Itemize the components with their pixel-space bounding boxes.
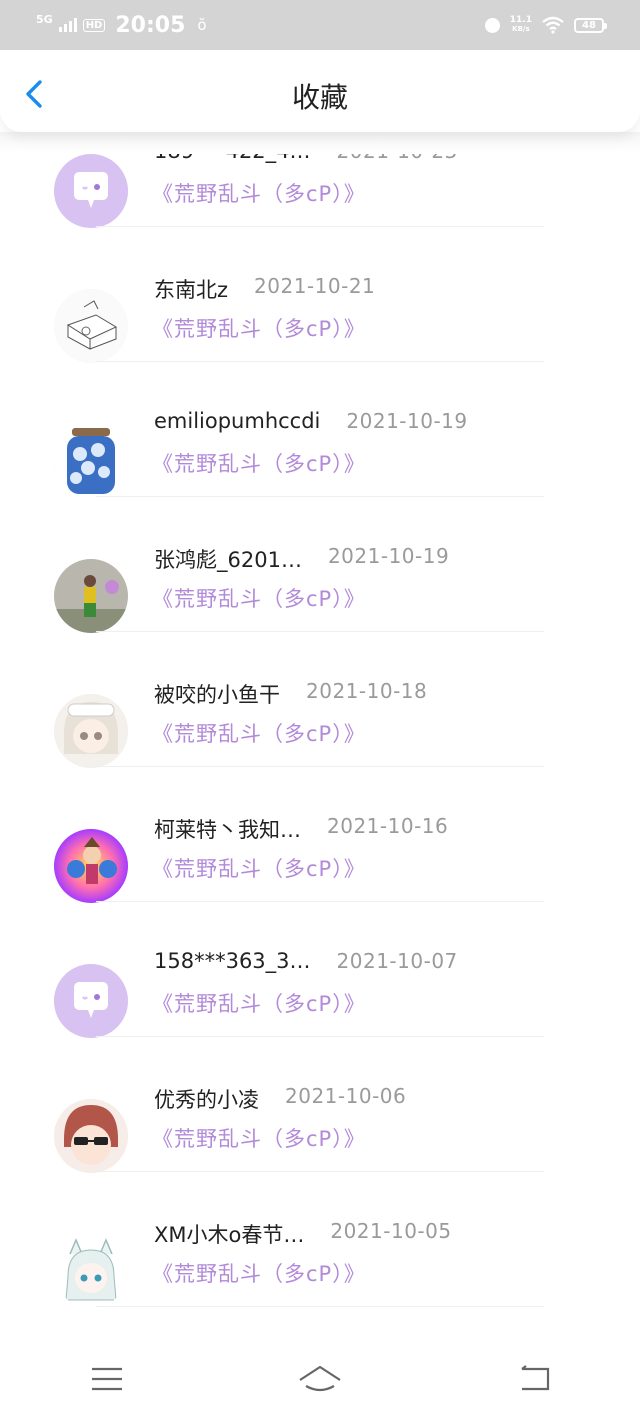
- name-line: 优秀的小凌 2021-10-06: [154, 1084, 406, 1114]
- name-line: 柯莱特丶我知… 2021-10-16: [154, 814, 448, 844]
- user-name[interactable]: XM小木o春节…: [154, 1219, 304, 1249]
- name-line: 158***363_3… 2021-10-07: [154, 949, 458, 973]
- user-name[interactable]: 张鸿彪_6201…: [154, 544, 302, 574]
- divider: [96, 1036, 544, 1037]
- divider: [96, 496, 544, 497]
- divider: [96, 226, 544, 227]
- favorite-date: 2021-10-19: [346, 409, 468, 433]
- user-avatar[interactable]: [54, 154, 128, 228]
- name-line: 被咬的小鱼干 2021-10-18: [154, 679, 427, 709]
- divider: [96, 901, 544, 902]
- divider: [96, 361, 544, 362]
- name-line: 张鸿彪_6201… 2021-10-19: [154, 544, 449, 574]
- menu-icon: [91, 1367, 122, 1390]
- user-name[interactable]: emiliopumhccdi: [154, 409, 320, 433]
- favorite-date: 2021-10-19: [327, 544, 450, 568]
- app-header: 收藏: [0, 50, 640, 132]
- back-nav-icon: [521, 1364, 550, 1390]
- work-title-link[interactable]: 《荒野乱斗（多cP）》: [152, 718, 366, 748]
- user-avatar[interactable]: [54, 289, 128, 363]
- work-title-link[interactable]: 《荒野乱斗（多cP）》: [152, 853, 366, 883]
- divider: [96, 766, 544, 767]
- user-name[interactable]: 被咬的小鱼干: [154, 679, 280, 709]
- user-avatar[interactable]: [54, 694, 128, 768]
- user-name[interactable]: 158***363_3…: [154, 949, 311, 973]
- user-avatar[interactable]: [54, 424, 128, 498]
- work-title-link[interactable]: 《荒野乱斗（多cP）》: [152, 1123, 366, 1153]
- favorite-date: 2021-10-05: [330, 1219, 452, 1243]
- user-name[interactable]: 优秀的小凌: [154, 1084, 259, 1114]
- name-line: XM小木o春节… 2021-10-05: [154, 1219, 452, 1249]
- work-title-link[interactable]: 《荒野乱斗（多cP）》: [152, 178, 366, 208]
- favorites-list[interactable]: 189***422_4… 2021-10-23 《荒野乱斗（多cP）》 东南北z…: [0, 0, 640, 1310]
- user-avatar[interactable]: [54, 1234, 128, 1308]
- favorite-date: 2021-10-21: [254, 274, 376, 298]
- work-title-link[interactable]: 《荒野乱斗（多cP）》: [152, 448, 366, 478]
- home-icon: [299, 1365, 341, 1391]
- work-title-link[interactable]: 《荒野乱斗（多cP）》: [152, 1258, 366, 1288]
- work-title-link[interactable]: 《荒野乱斗（多cP）》: [152, 583, 366, 613]
- system-nav-bar: [0, 1310, 640, 1427]
- user-name[interactable]: 东南北z: [154, 274, 228, 304]
- user-avatar[interactable]: [54, 964, 128, 1038]
- user-avatar[interactable]: [54, 1099, 128, 1173]
- divider: [96, 631, 544, 632]
- work-title-link[interactable]: 《荒野乱斗（多cP）》: [152, 313, 366, 343]
- divider: [96, 1306, 544, 1307]
- favorite-date: 2021-10-07: [336, 949, 458, 973]
- name-line: emiliopumhccdi 2021-10-19: [154, 409, 468, 433]
- user-name[interactable]: 柯莱特丶我知…: [154, 814, 301, 844]
- name-line: 东南北z 2021-10-21: [154, 274, 375, 304]
- favorite-date: 2021-10-18: [306, 679, 428, 703]
- favorite-date: 2021-10-16: [327, 814, 449, 838]
- divider: [96, 1171, 544, 1172]
- menu-button[interactable]: [77, 1359, 137, 1399]
- favorite-date: 2021-10-06: [285, 1084, 407, 1108]
- user-avatar[interactable]: [54, 829, 128, 903]
- work-title-link[interactable]: 《荒野乱斗（多cP）》: [152, 988, 366, 1018]
- user-avatar[interactable]: [54, 559, 128, 633]
- page-title: 收藏: [291, 81, 348, 114]
- home-button[interactable]: [290, 1359, 350, 1399]
- back-nav-button[interactable]: [503, 1359, 563, 1399]
- header-shadow: [0, 132, 640, 154]
